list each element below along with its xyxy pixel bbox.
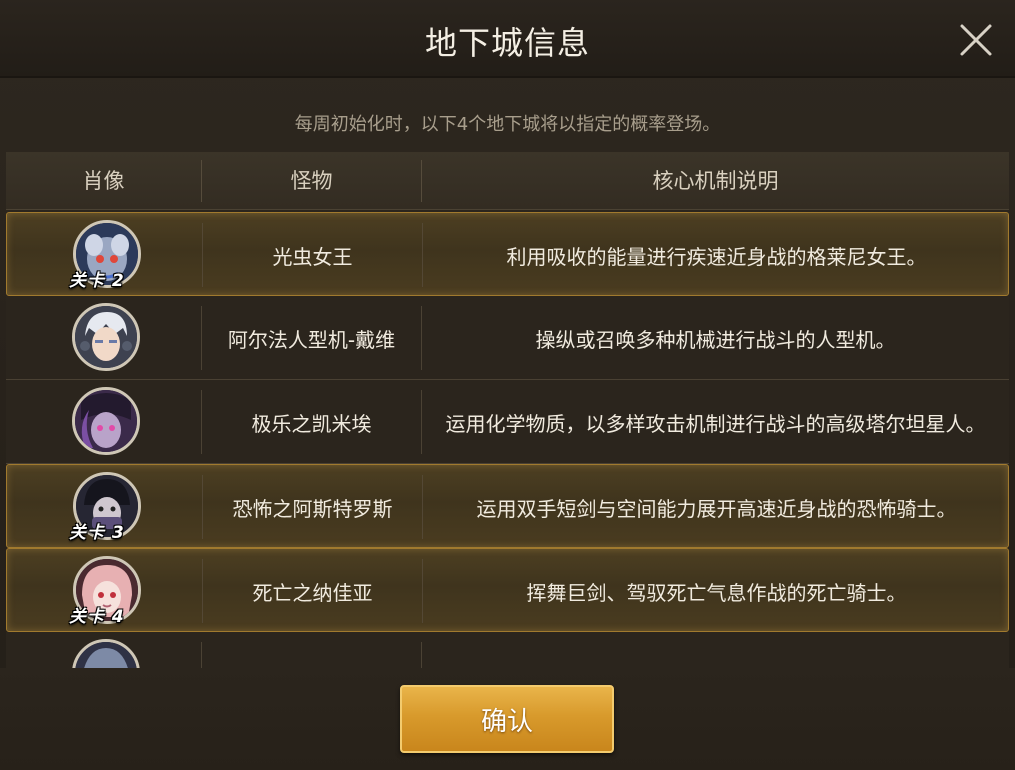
table-row[interactable] (6, 632, 1009, 668)
dungeon-list[interactable]: 关卡 2 光虫女王 利用吸收的能量进行疾速近身战的格莱尼女王。 阿尔法人型机-戴… (0, 210, 1015, 668)
alpha-david-portrait (75, 306, 137, 368)
dialog-title: 地下城信息 (424, 24, 590, 62)
header-portrait: 肖像 (82, 169, 125, 193)
cell-divider (421, 642, 422, 668)
portrait-cell: 关卡 2 (69, 220, 141, 291)
table-row[interactable]: 关卡 2 光虫女王 利用吸收的能量进行疾速近身战的格莱尼女王。 (6, 212, 1009, 296)
portrait-cell (72, 303, 140, 373)
stage-badge: 关卡 3 (69, 523, 125, 543)
table-row[interactable]: 阿尔法人型机-戴维 操纵或召唤多种机械进行战斗的人型机。 (6, 296, 1009, 380)
confirm-button[interactable]: 确认 (400, 685, 614, 753)
dungeon-info-dialog: 地下城信息 每周初始化时，以下4个地下城将以指定的概率登场。 肖像 怪物 核心机… (0, 0, 1015, 770)
close-button[interactable] (956, 20, 996, 60)
header-mechanic: 核心机制说明 (652, 169, 779, 193)
mechanic-description: 操纵或召唤多种机械进行战斗的人型机。 (535, 327, 896, 352)
monster-name: 光虫女王 (272, 244, 353, 269)
table-row[interactable]: 关卡 4 死亡之纳佳亚 挥舞巨剑、驾驭死亡气息作战的死亡骑士。 (6, 548, 1009, 632)
monster-name: 恐怖之阿斯特罗斯 (232, 496, 393, 521)
mechanic-description: 运用双手短剑与空间能力展开高速近身战的恐怖骑士。 (476, 496, 957, 521)
avatar (72, 303, 140, 371)
monster-name: 阿尔法人型机-戴维 (227, 327, 396, 352)
portrait-cell (72, 387, 140, 457)
stage-badge: 关卡 4 (69, 607, 125, 627)
kemie-portrait (75, 390, 137, 452)
mechanic-description: 运用化学物质，以多样攻击机制进行战斗的高级塔尔坦星人。 (445, 411, 986, 436)
title-bar: 地下城信息 (0, 0, 1015, 78)
mechanic-description: 利用吸收的能量进行疾速近身战的格莱尼女王。 (506, 244, 927, 269)
close-icon (960, 24, 992, 56)
dialog-subtitle: 每周初始化时，以下4个地下城将以指定的概率登场。 (294, 114, 721, 135)
avatar (72, 387, 140, 455)
table-header: 肖像 怪物 核心机制说明 (6, 152, 1009, 210)
cell-divider (201, 642, 202, 668)
table-row[interactable]: 关卡 3 恐怖之阿斯特罗斯 运用双手短剑与空间能力展开高速近身战的恐怖骑士。 (6, 464, 1009, 548)
stage-badge: 关卡 2 (69, 271, 125, 291)
portrait-cell: 关卡 3 (69, 472, 141, 543)
portrait-cell (72, 639, 140, 668)
portrait-cell: 关卡 4 (69, 556, 141, 627)
avatar (72, 639, 140, 668)
header-monster: 怪物 (290, 169, 333, 193)
partial-portrait (75, 642, 137, 668)
table-row[interactable]: 极乐之凯米埃 运用化学物质，以多样攻击机制进行战斗的高级塔尔坦星人。 (6, 380, 1009, 464)
monster-name: 极乐之凯米埃 (251, 411, 372, 436)
mechanic-description: 挥舞巨剑、驾驭死亡气息作战的死亡骑士。 (526, 580, 907, 605)
monster-name: 死亡之纳佳亚 (252, 580, 373, 605)
